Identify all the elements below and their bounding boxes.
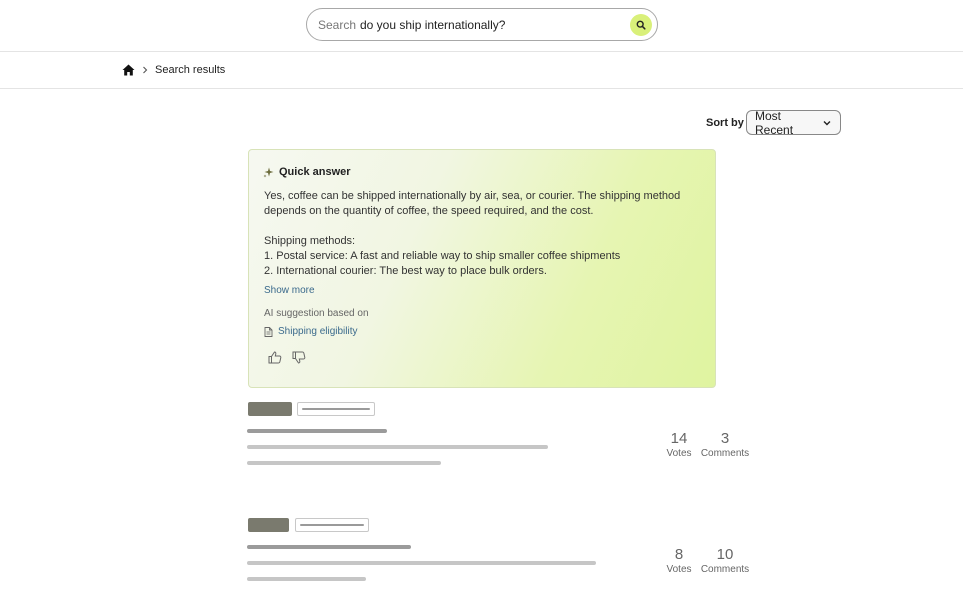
comments-label: Comments [700,448,750,459]
breadcrumb: Search results [122,64,225,76]
breadcrumb-current: Search results [155,64,226,76]
search-box[interactable]: Search [306,8,658,41]
thumbs-up-icon[interactable] [268,351,282,364]
shipping-method-item: 2. International courier: The best way t… [264,265,547,277]
result-tag-placeholder [248,518,289,532]
result-tag-placeholder [248,402,292,416]
search-input[interactable] [360,15,620,35]
sort-select[interactable]: Most Recent [746,108,841,137]
result-title-placeholder [247,545,411,549]
result-title-placeholder [247,429,387,433]
result-tag-placeholder [297,402,375,416]
result-tag-placeholder [295,518,369,532]
ai-suggestion-label: AI suggestion based on [264,308,369,319]
votes-label: Votes [666,448,692,459]
votes-stat: 14 Votes [660,430,698,460]
result-excerpt-placeholder [247,445,548,449]
top-bar: Search [0,0,963,52]
votes-label: Votes [666,564,692,575]
quick-answer-header: Quick answer [263,166,351,178]
chevron-right-icon [143,66,148,74]
home-icon[interactable] [122,64,135,76]
votes-count: 14 [670,430,688,447]
sort-selected-value: Most Recent [755,108,794,137]
result-excerpt-placeholder [247,461,441,465]
thumbs-down-icon[interactable] [292,351,306,364]
search-label: Search [318,18,357,32]
quick-answer-title: Quick answer [279,166,351,178]
comments-stat: 3 Comments [698,430,752,460]
sort-label: Sort by [706,117,744,129]
shipping-methods-heading: Shipping methods: [264,235,356,247]
source-article-link[interactable]: Shipping eligibility [264,326,358,337]
feedback-buttons [268,351,306,364]
sparkle-icon [263,167,274,177]
quick-answer-card: Quick answer Yes, coffee can be shipped … [248,149,716,388]
comments-label: Comments [700,564,750,575]
votes-count: 8 [674,546,684,563]
show-more-link[interactable]: Show more [264,285,315,296]
breadcrumb-bar: Search results [0,52,963,89]
source-article-label: Shipping eligibility [278,326,358,337]
comments-count: 3 [720,430,730,447]
search-button[interactable] [630,14,652,36]
result-excerpt-placeholder [247,561,596,565]
search-icon [636,20,646,30]
quick-answer-text: Yes, coffee can be shipped international… [264,190,681,217]
comments-count: 10 [716,546,734,563]
document-icon [264,326,273,337]
votes-stat: 8 Votes [660,546,698,576]
comments-stat: 10 Comments [698,546,752,576]
shipping-methods: Shipping methods: 1. Postal service: A f… [264,234,709,279]
result-excerpt-placeholder [247,577,366,581]
shipping-method-item: 1. Postal service: A fast and reliable w… [264,250,621,262]
chevron-down-icon [823,120,831,125]
